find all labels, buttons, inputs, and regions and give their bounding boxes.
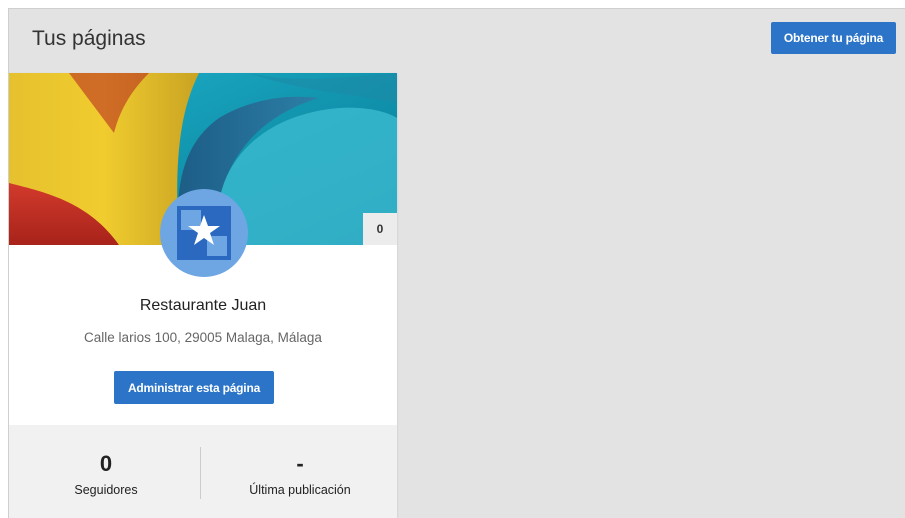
- last-post-label: Última publicación: [249, 483, 351, 497]
- stats-divider: [200, 447, 201, 499]
- pages-panel: Tus páginas Obtener tu página 0 Restaura…: [8, 8, 905, 518]
- followers-stat: 0 Seguidores: [9, 425, 203, 518]
- business-page-card: 0 Restaurante Juan Calle larios 100, 290…: [9, 73, 397, 518]
- building-icon: [177, 206, 231, 260]
- followers-label: Seguidores: [74, 483, 138, 497]
- last-post-value: -: [296, 451, 304, 476]
- last-post-stat: - Última publicación: [203, 425, 397, 518]
- followers-count: 0: [99, 451, 113, 476]
- get-your-page-button[interactable]: Obtener tu página: [771, 22, 896, 54]
- manage-page-button[interactable]: Administrar esta página: [114, 371, 274, 404]
- business-address: Calle larios 100, 29005 Malaga, Málaga: [84, 330, 322, 345]
- cover-count-badge: 0: [363, 213, 397, 245]
- business-name: Restaurante Juan: [139, 297, 267, 314]
- page-stats: 0 Seguidores - Última publicación: [9, 425, 397, 518]
- page-title: Tus páginas: [32, 27, 146, 50]
- page-avatar: [160, 189, 248, 277]
